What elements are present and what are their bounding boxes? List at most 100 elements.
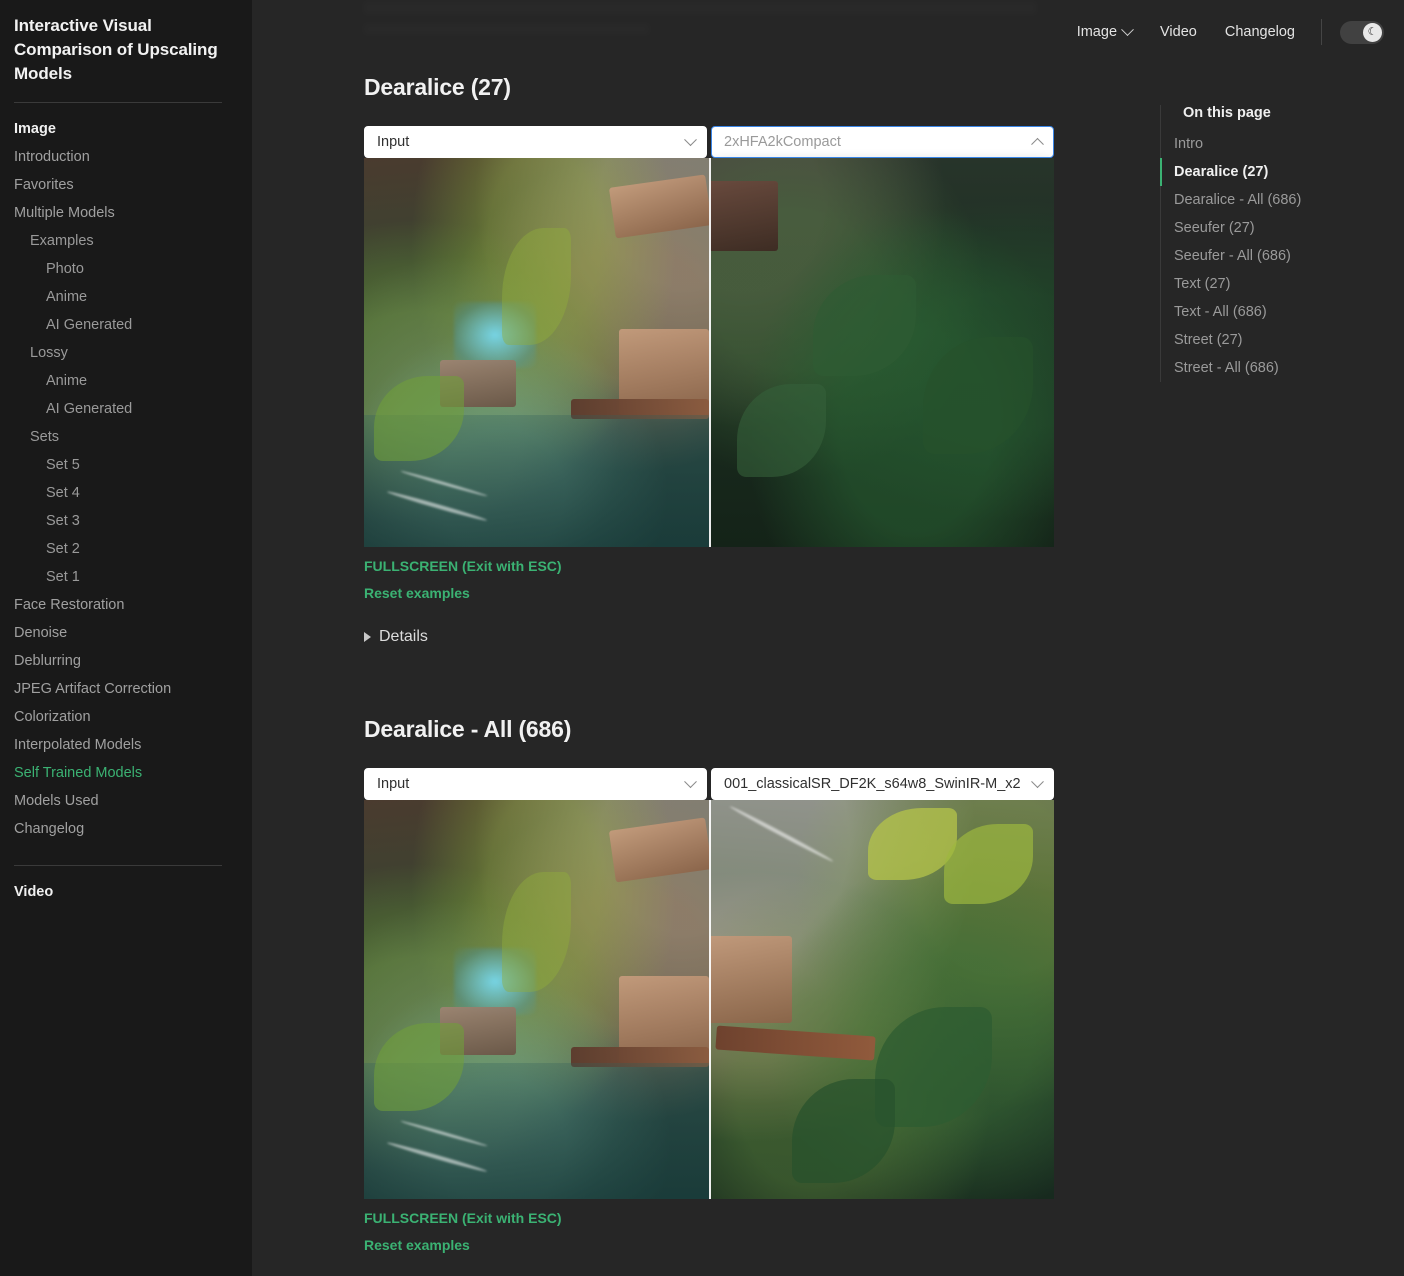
fullscreen-link-2[interactable]: FULLSCREEN (Exit with ESC) [364, 1210, 562, 1226]
left-sidebar: Interactive Visual Comparison of Upscali… [0, 0, 252, 1276]
sidebar-item-set-3[interactable]: Set 3 [0, 507, 252, 535]
chevron-down-icon [684, 775, 697, 789]
sidebar-item-colorization[interactable]: Colorization [0, 703, 252, 731]
toc-item-seeufer-27[interactable]: Seeufer (27) [1160, 214, 1404, 242]
sidebar-item-sets[interactable]: Sets [0, 423, 252, 451]
comparison-split-handle[interactable] [709, 158, 711, 547]
chevron-down-icon [684, 133, 697, 147]
input-image-2 [364, 800, 709, 1199]
comparison-pane-right-2 [709, 800, 1054, 1199]
right-model-select[interactable]: 2xHFA2kCompact Input 2xHFA2kCompact 2xIn… [711, 126, 1054, 158]
leaf-shape [736, 383, 827, 477]
nav-divider [1321, 19, 1322, 45]
plank-shape [715, 1025, 876, 1061]
comparison-pane-right [709, 158, 1054, 547]
sidebar-item-denoise[interactable]: Denoise [0, 619, 252, 647]
leaf-shape [922, 336, 1034, 454]
leaf-shape [791, 1079, 896, 1184]
toc-item-street-27[interactable]: Street (27) [1160, 326, 1404, 354]
plank-shape [709, 935, 792, 1024]
left-model-select-2-value: Input [377, 776, 410, 792]
sidebar-item-deblurring[interactable]: Deblurring [0, 647, 252, 675]
comparison-split-handle-2[interactable] [709, 800, 711, 1199]
article-body: Dearalice (27) Input 2xHFA2kCompact Inpu… [252, 0, 1172, 1276]
sidebar-item-lossy-ai-generated[interactable]: AI Generated [0, 395, 252, 423]
leaf-shape [502, 228, 571, 345]
nav-item-image-label: Image [1076, 24, 1118, 40]
on-this-page-nav: On this page Intro Dearalice (27) Dearal… [1160, 105, 1404, 382]
sidebar-item-examples[interactable]: Examples [0, 227, 252, 255]
nav-item-image[interactable]: Image [1076, 22, 1134, 40]
toc-item-dearalice-all-686[interactable]: Dearalice - All (686) [1160, 186, 1404, 214]
sidebar-item-lossy[interactable]: Lossy [0, 339, 252, 367]
left-model-select-2[interactable]: Input [364, 768, 707, 800]
sidebar-section-image: Image [14, 121, 56, 137]
input-image [364, 158, 709, 547]
chevron-up-icon [1031, 137, 1044, 151]
chevron-down-icon [1031, 775, 1044, 789]
leaf-shape [812, 274, 916, 376]
toc-item-intro[interactable]: Intro [1160, 130, 1404, 158]
sidebar-item-examples-photo[interactable]: Photo [0, 255, 252, 283]
plank-shape [709, 181, 778, 252]
section-title-2: Dearalice - All (686) [364, 716, 572, 742]
toc-item-dearalice-27[interactable]: Dearalice (27) [1160, 158, 1404, 186]
fullscreen-link[interactable]: FULLSCREEN (Exit with ESC) [364, 558, 562, 574]
upscaled-image-2 [709, 800, 1054, 1199]
sidebar-item-self-trained-models[interactable]: Self Trained Models [0, 759, 252, 787]
moon-icon: ☾ [1363, 22, 1382, 42]
details-toggle[interactable]: Details [364, 628, 428, 646]
nav-item-changelog[interactable]: Changelog [1225, 24, 1295, 40]
right-model-select-2-value: 001_classicalSR_DF2K_s64w8_SwinIR-M_x2 [724, 776, 1021, 792]
upscaled-image [709, 158, 1054, 547]
sidebar-item-set-1[interactable]: Set 1 [0, 563, 252, 591]
sidebar-item-favorites[interactable]: Favorites [0, 171, 252, 199]
section-dearalice-all-686: Dearalice - All (686) Input 001_classica… [364, 716, 1172, 1276]
sidebar-item-multiple-models[interactable]: Multiple Models [0, 199, 252, 227]
sidebar-item-lossy-anime[interactable]: Anime [0, 367, 252, 395]
light-streak [728, 804, 835, 864]
plank-shape [609, 817, 709, 883]
sidebar-item-face-restoration[interactable]: Face Restoration [0, 591, 252, 619]
chevron-down-icon [1121, 22, 1134, 36]
sidebar-item-examples-ai-generated[interactable]: AI Generated [0, 311, 252, 339]
page-root: Interactive Visual Comparison of Upscali… [0, 0, 1404, 1276]
sidebar-item-models-used[interactable]: Models Used [0, 787, 252, 815]
sidebar-item-changelog[interactable]: Changelog [0, 815, 252, 843]
sidebar-item-set-5[interactable]: Set 5 [0, 451, 252, 479]
plank-shape [609, 174, 709, 239]
triangle-right-icon [364, 632, 371, 642]
sidebar-item-set-4[interactable]: Set 4 [0, 479, 252, 507]
toc-item-seeufer-all-686[interactable]: Seeufer - All (686) [1160, 242, 1404, 270]
image-comparison-viewer-1[interactable] [364, 158, 1054, 547]
toc-item-text-27[interactable]: Text (27) [1160, 270, 1404, 298]
reset-examples-link-2[interactable]: Reset examples [364, 1237, 470, 1253]
details-label: Details [379, 628, 428, 645]
theme-toggle[interactable]: ☾ [1340, 20, 1384, 44]
image-comparison-viewer-2[interactable] [364, 800, 1054, 1199]
top-navbar: Image Video Changelog ☾ [252, 0, 1404, 64]
comparison-pane-left [364, 158, 709, 547]
sidebar-item-jpeg-artifact-correction[interactable]: JPEG Artifact Correction [0, 675, 252, 703]
sidebar-section-video: Video [14, 884, 54, 900]
right-model-select-value: 2xHFA2kCompact [724, 134, 841, 150]
section-dearalice-27: Dearalice (27) Input 2xHFA2kCompact Inpu… [364, 74, 1172, 646]
sidebar-item-examples-anime[interactable]: Anime [0, 283, 252, 311]
sidebar-item-interpolated-models[interactable]: Interpolated Models [0, 731, 252, 759]
nav-item-video[interactable]: Video [1160, 24, 1197, 40]
left-model-select[interactable]: Input [364, 126, 707, 158]
leaf-shape [502, 871, 571, 992]
leaf-shape [943, 823, 1034, 904]
model-select-row: Input 2xHFA2kCompact Input 2xHFA2kCompac… [364, 126, 1054, 158]
sidebar-item-introduction[interactable]: Introduction [0, 143, 252, 171]
site-title: Interactive Visual Comparison of Upscali… [14, 16, 218, 83]
page-title: Dearalice (27) [364, 74, 511, 100]
reset-examples-link[interactable]: Reset examples [364, 585, 470, 601]
sidebar-item-set-2[interactable]: Set 2 [0, 535, 252, 563]
model-select-row-2: Input 001_classicalSR_DF2K_s64w8_SwinIR-… [364, 768, 1054, 800]
toc-item-text-all-686[interactable]: Text - All (686) [1160, 298, 1404, 326]
toc-item-street-all-686[interactable]: Street - All (686) [1160, 354, 1404, 382]
left-model-select-value: Input [377, 134, 410, 150]
main-content: Image Video Changelog ☾ Dearalice (27) I… [252, 0, 1404, 1276]
right-model-select-2[interactable]: 001_classicalSR_DF2K_s64w8_SwinIR-M_x2 [711, 768, 1054, 800]
